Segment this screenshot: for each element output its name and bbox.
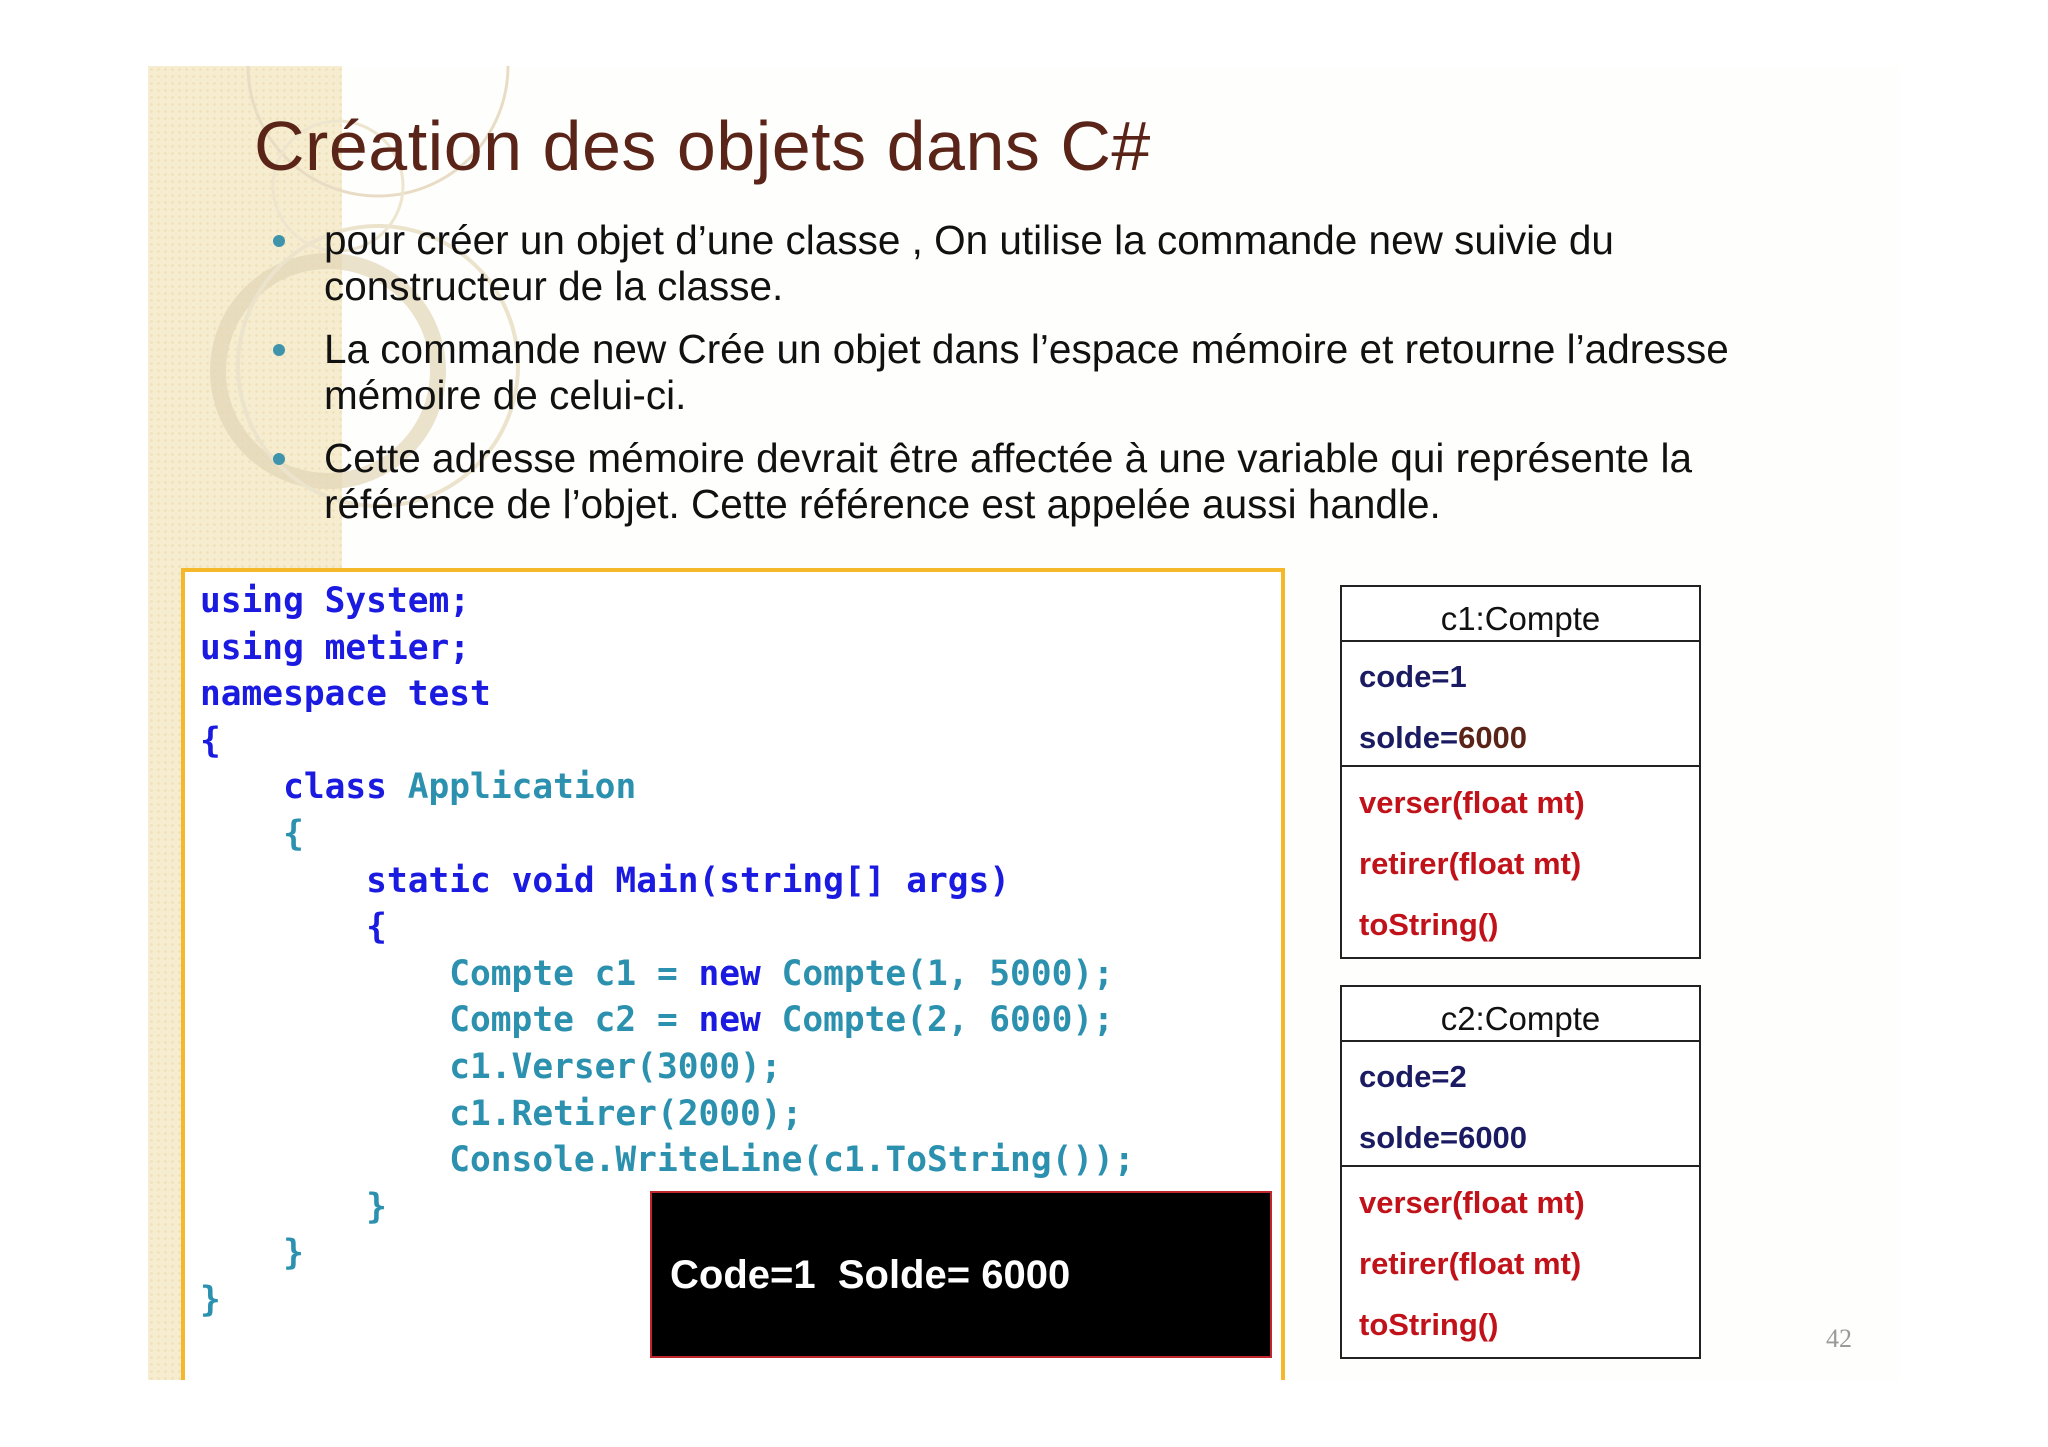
slide-title: Création des objets dans C#	[254, 107, 1151, 185]
code-statement: c1.Retirer(2000);	[449, 1093, 803, 1134]
bullet-text: pour créer un objet d’une classe , On ut…	[324, 217, 1614, 309]
uml-attributes: code=1 solde=6000	[1342, 642, 1699, 767]
code-text: Compte c1 =	[449, 953, 699, 994]
uml-attribute-label: solde=	[1359, 1120, 1459, 1155]
code-text: metier;	[303, 627, 471, 668]
code-text: Compte c2 =	[449, 1000, 699, 1041]
code-text: System;	[303, 581, 471, 621]
code-brace: {	[283, 813, 304, 854]
bullet-item: Cette adresse mémoire devrait être affec…	[270, 435, 1830, 527]
uml-attribute: code=1	[1359, 659, 1467, 695]
uml-attribute-value: 1	[1449, 659, 1467, 694]
uml-attribute-label: code=	[1359, 659, 1450, 694]
uml-attribute-value: 6000	[1458, 720, 1528, 755]
uml-operation: retirer(float mt)	[1359, 846, 1582, 881]
code-brace: }	[283, 1233, 304, 1274]
uml-operations: verser(float mt) retirer(float mt) toStr…	[1342, 1167, 1699, 1357]
bullet-list: pour créer un objet d’une classe , On ut…	[270, 217, 1830, 544]
uml-attribute: solde=6000	[1359, 720, 1527, 756]
bullet-dot-icon	[273, 453, 285, 465]
bullet-dot-icon	[273, 235, 285, 247]
uml-operation: toString()	[1359, 907, 1499, 942]
code-keyword: new	[698, 953, 761, 994]
code-statement: Console.WriteLine(c1.ToString());	[449, 1140, 1135, 1181]
uml-attributes: code=2 solde=6000	[1342, 1042, 1699, 1167]
code-keyword: new	[698, 1000, 761, 1041]
page-number: 42	[1826, 1324, 1852, 1353]
uml-object-c2: c2:Compte code=2 solde=6000 verser(float…	[1340, 985, 1701, 1359]
code-keyword: namespace	[200, 674, 387, 715]
code-text: Compte(1, 5000);	[760, 953, 1114, 994]
code-keyword: class	[283, 767, 387, 808]
uml-operation: verser(float mt)	[1359, 1185, 1585, 1220]
code-brace: }	[366, 1186, 387, 1227]
code-text: test	[386, 674, 491, 715]
bullet-item: pour créer un objet d’une classe , On ut…	[270, 217, 1830, 309]
code-method-signature: static void Main(string[] args)	[366, 860, 1011, 901]
uml-operations: verser(float mt) retirer(float mt) toStr…	[1342, 767, 1699, 957]
code-type: Application	[407, 767, 637, 808]
uml-attribute-value: 6000	[1458, 1120, 1528, 1155]
code-statement: c1.Verser(3000);	[449, 1046, 782, 1087]
uml-object-name: c2:Compte	[1342, 987, 1699, 1042]
uml-operation: toString()	[1359, 1307, 1499, 1342]
uml-object-c1: c1:Compte code=1 solde=6000 verser(float…	[1340, 585, 1701, 959]
console-output-box: Code=1 Solde= 6000	[650, 1191, 1272, 1358]
uml-attribute: code=2	[1359, 1059, 1467, 1095]
uml-attribute-label: solde=	[1359, 720, 1459, 755]
bullet-item: La commande new Crée un objet dans l’esp…	[270, 326, 1830, 418]
code-keyword: using	[200, 581, 304, 621]
uml-operation: retirer(float mt)	[1359, 1246, 1582, 1281]
code-brace: }	[200, 1279, 221, 1320]
bullet-dot-icon	[273, 344, 285, 356]
bullet-text: La commande new Crée un objet dans l’esp…	[324, 326, 1729, 418]
code-keyword: using	[200, 627, 304, 668]
code-text: Compte(2, 6000);	[760, 1000, 1114, 1041]
console-output-text: Code=1 Solde= 6000	[670, 1253, 1071, 1297]
uml-attribute-label: code=	[1359, 1059, 1450, 1094]
code-brace: {	[200, 720, 221, 761]
uml-operation: verser(float mt)	[1359, 785, 1585, 820]
code-brace: {	[366, 907, 387, 948]
uml-attribute: solde=6000	[1359, 1120, 1527, 1156]
uml-object-name: c1:Compte	[1342, 587, 1699, 642]
uml-attribute-value: 2	[1449, 1059, 1467, 1094]
bullet-text: Cette adresse mémoire devrait être affec…	[324, 435, 1693, 527]
